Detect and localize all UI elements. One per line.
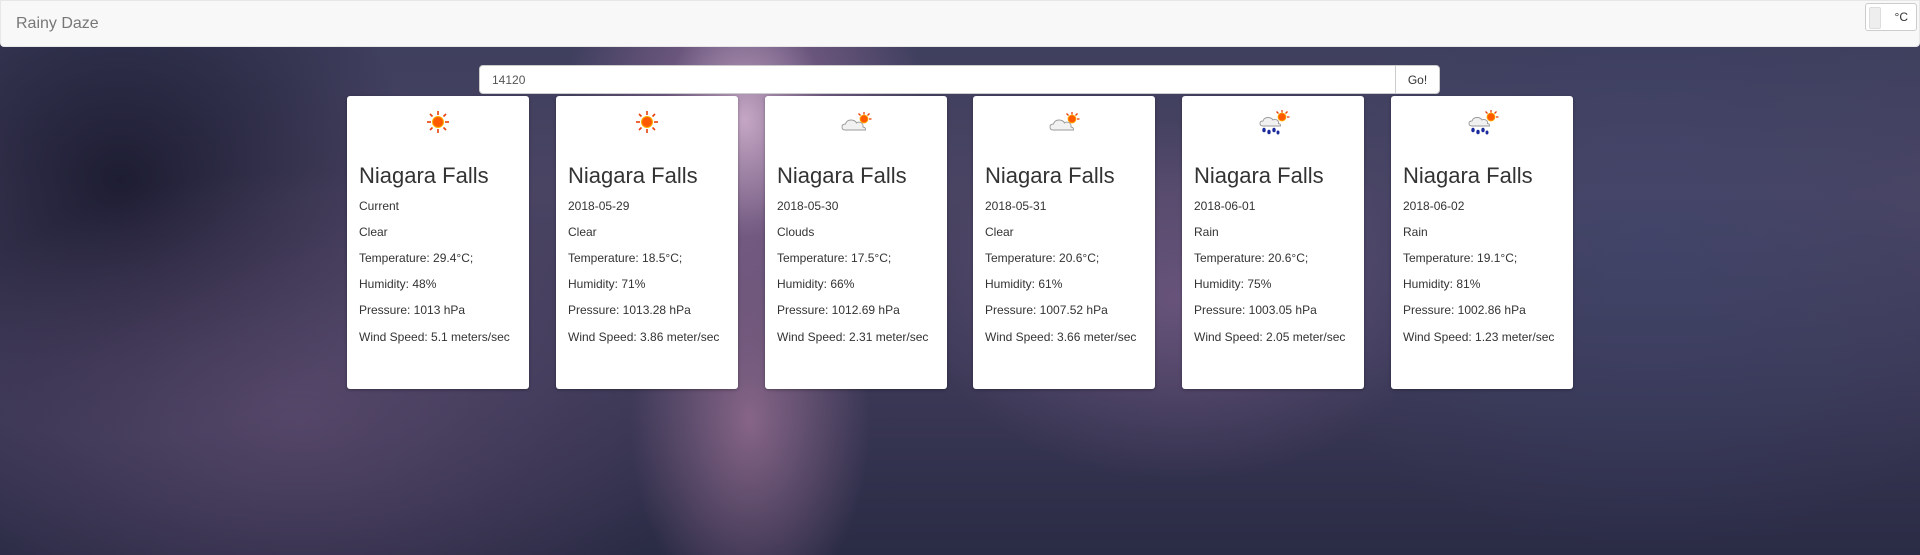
card-humidity: Humidity: 48% xyxy=(359,277,437,291)
card-pressure: Pressure: 1007.52 hPa xyxy=(985,303,1108,317)
card-city: Niagara Falls xyxy=(359,163,489,188)
card-date: 2018-06-02 xyxy=(1403,199,1465,213)
card-city: Niagara Falls xyxy=(1403,163,1533,188)
card-wind-speed: Wind Speed: 2.31 meter/sec xyxy=(777,330,929,344)
card-condition: Clouds xyxy=(777,225,815,239)
card-city: Niagara Falls xyxy=(1194,163,1324,188)
brand-title[interactable]: Rainy Daze xyxy=(16,15,99,33)
card-wind-speed: Wind Speed: 5.1 meters/sec xyxy=(359,330,510,344)
card-temperature: Temperature: 19.1°C; xyxy=(1403,251,1518,265)
card-temperature: Temperature: 20.6°C; xyxy=(985,251,1100,265)
partly-cloudy-icon xyxy=(841,112,872,131)
card-city: Niagara Falls xyxy=(985,163,1115,188)
card-date: 2018-05-29 xyxy=(568,199,630,213)
card-city: Niagara Falls xyxy=(568,163,698,188)
go-button[interactable]: Go! xyxy=(1395,65,1440,94)
card-pressure: Pressure: 1013.28 hPa xyxy=(568,303,691,317)
card-wind-speed: Wind Speed: 3.66 meter/sec xyxy=(985,330,1137,344)
card-humidity: Humidity: 81% xyxy=(1403,277,1481,291)
card-date: 2018-05-30 xyxy=(777,199,839,213)
card-pressure: Pressure: 1013 hPa xyxy=(359,303,466,317)
weather-card-day: Niagara Falls 2018-06-02 Rain Temperatur… xyxy=(1391,96,1573,389)
sun-icon xyxy=(636,111,658,133)
card-humidity: Humidity: 75% xyxy=(1194,277,1272,291)
weather-card-day: Niagara Falls 2018-05-31 Clear Temperatu… xyxy=(973,96,1155,389)
weather-card-day: Niagara Falls 2018-06-01 Rain Temperatur… xyxy=(1182,96,1364,389)
search-bar: Go! xyxy=(479,65,1440,94)
card-pressure: Pressure: 1012.69 hPa xyxy=(777,303,900,317)
card-condition: Rain xyxy=(1194,225,1219,239)
card-temperature: Temperature: 17.5°C; xyxy=(777,251,892,265)
card-pressure: Pressure: 1003.05 hPa xyxy=(1194,303,1317,317)
card-wind-speed: Wind Speed: 2.05 meter/sec xyxy=(1194,330,1346,344)
card-temperature: Temperature: 20.6°C; xyxy=(1194,251,1309,265)
card-wind-speed: Wind Speed: 1.23 meter/sec xyxy=(1403,330,1555,344)
weather-card-day: Niagara Falls 2018-05-30 Clouds Temperat… xyxy=(765,96,947,389)
card-humidity: Humidity: 71% xyxy=(568,277,646,291)
sun-icon xyxy=(427,111,449,133)
unit-toggle[interactable]: °C xyxy=(1865,3,1917,31)
card-condition: Clear xyxy=(985,225,1014,239)
card-temperature: Temperature: 29.4°C; xyxy=(359,251,474,265)
rain-sun-icon xyxy=(1468,110,1499,135)
card-wind-speed: Wind Speed: 3.86 meter/sec xyxy=(568,330,720,344)
zip-search-input[interactable] xyxy=(479,65,1396,94)
card-humidity: Humidity: 61% xyxy=(985,277,1063,291)
card-humidity: Humidity: 66% xyxy=(777,277,855,291)
card-condition: Rain xyxy=(1403,225,1428,239)
card-date: 2018-06-01 xyxy=(1194,199,1256,213)
card-condition: Clear xyxy=(359,225,388,239)
card-city: Niagara Falls xyxy=(777,163,907,188)
rain-sun-icon xyxy=(1259,110,1290,135)
card-pressure: Pressure: 1002.86 hPa xyxy=(1403,303,1526,317)
card-temperature: Temperature: 18.5°C; xyxy=(568,251,683,265)
card-date: Current xyxy=(359,199,400,213)
weather-card-current: Niagara Falls Current Clear Temperature:… xyxy=(347,96,529,389)
navbar: Rainy Daze °C xyxy=(0,0,1920,47)
partly-cloudy-icon xyxy=(1049,112,1080,131)
card-condition: Clear xyxy=(568,225,597,239)
card-date: 2018-05-31 xyxy=(985,199,1047,213)
weather-card-day: Niagara Falls 2018-05-29 Clear Temperatu… xyxy=(556,96,738,389)
